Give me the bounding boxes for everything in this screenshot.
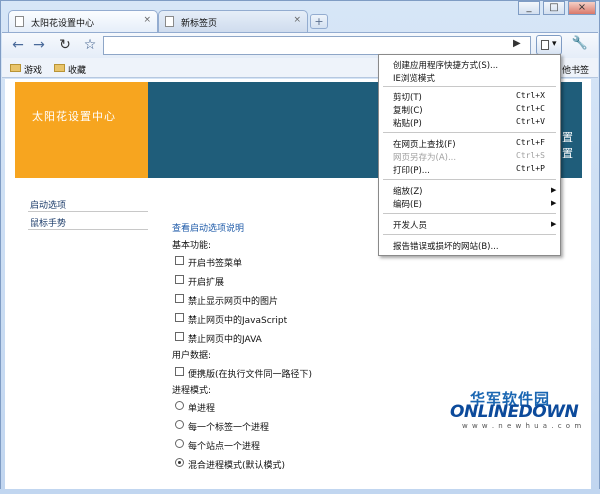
checkbox-disable-images[interactable] [175, 294, 184, 303]
radio-mixed-process[interactable] [175, 458, 184, 467]
other-bookmarks[interactable]: 他书签 [562, 63, 589, 76]
menu-separator [383, 179, 556, 180]
close-icon[interactable]: × [293, 15, 301, 25]
menu-separator [383, 213, 556, 214]
checkbox-portable[interactable] [175, 367, 184, 376]
window-bottom-edge [0, 489, 600, 494]
reload-button[interactable]: ↻ [55, 36, 75, 54]
page-icon [541, 40, 549, 50]
menu-item-cut[interactable]: 剪切(T) [393, 91, 422, 103]
menu-item-ie-mode[interactable]: IE浏览模式 [393, 72, 435, 84]
menu-shortcut: Ctrl+S [516, 151, 545, 160]
watermark-logo: ONLINEDOWN [450, 402, 579, 422]
bookmark-star-icon[interactable]: ☆ [80, 36, 100, 54]
banner-left [15, 82, 148, 178]
tab-title: 新标签页 [181, 19, 218, 29]
menu-item-report-site[interactable]: 报告错误或损坏的网站(B)... [393, 240, 499, 252]
option-label: 禁止网页中的JavaScript [188, 316, 288, 326]
close-icon[interactable]: × [143, 15, 151, 25]
menu-shortcut: Ctrl+X [516, 91, 545, 100]
menu-item-create-shortcut[interactable]: 创建应用程序快捷方式(S)... [393, 59, 498, 71]
maximize-button[interactable]: □ [543, 1, 565, 15]
menu-shortcut: Ctrl+F [516, 138, 545, 147]
checkbox-extensions[interactable] [175, 275, 184, 284]
tab-new-tab[interactable]: 新标签页 × [158, 10, 308, 32]
menu-separator [383, 234, 556, 235]
tab-settings-center[interactable]: 太阳花设置中心 × [8, 10, 158, 32]
menu-item-find[interactable]: 在网页上查找(F) [393, 138, 456, 150]
forward-button[interactable]: → [29, 36, 49, 54]
radio-process-per-site[interactable] [175, 439, 184, 448]
sidebar-item-startup[interactable]: 启动选项 [30, 198, 66, 211]
watermark-url: w w w . n e w h u a . c o m [462, 422, 583, 430]
menu-shortcut: Ctrl+C [516, 104, 545, 113]
menu-item-print[interactable]: 打印(P)... [393, 164, 430, 176]
wrench-icon[interactable]: 🔧 [567, 36, 593, 54]
checkbox-disable-java[interactable] [175, 332, 184, 341]
page-icon [165, 16, 174, 27]
page-title: 太阳花设置中心 [32, 110, 116, 123]
checkbox-bookmark-menu[interactable] [175, 256, 184, 265]
menu-separator [383, 86, 556, 87]
option-label: 每一个标签一个进程 [188, 423, 270, 433]
option-label: 单进程 [188, 404, 216, 414]
option-label: 开启书签菜单 [188, 259, 243, 269]
divider [28, 229, 148, 230]
bookmark-games[interactable]: 游戏 [24, 63, 42, 76]
menu-item-copy[interactable]: 复制(C) [393, 104, 423, 116]
bookmark-favorites[interactable]: 收藏 [68, 63, 86, 76]
go-button[interactable]: ▶ [513, 38, 521, 49]
option-label: 开启扩展 [188, 278, 225, 288]
new-tab-button[interactable]: + [310, 14, 328, 29]
chevron-down-icon: ▾ [552, 39, 557, 49]
folder-icon [10, 64, 21, 72]
folder-icon [54, 64, 65, 72]
divider [28, 211, 148, 212]
back-button[interactable]: ← [8, 36, 28, 54]
submenu-arrow-icon: ▶ [551, 220, 557, 228]
menu-shortcut: Ctrl+P [516, 164, 545, 173]
banner-right-text: 置 置 [562, 131, 573, 160]
address-bar[interactable] [103, 36, 531, 55]
section-process-mode: 进程模式: [172, 386, 212, 396]
menu-separator [383, 132, 556, 133]
submenu-arrow-icon: ▶ [551, 186, 557, 194]
menu-item-encoding[interactable]: 编码(E) [393, 198, 422, 210]
submenu-arrow-icon: ▶ [551, 199, 557, 207]
option-label: 禁止网页中的JAVA [188, 335, 262, 345]
minimize-button[interactable]: _ [518, 1, 540, 15]
page-menu-button[interactable]: ▾ [536, 35, 562, 55]
menu-item-paste[interactable]: 粘贴(P) [393, 117, 422, 129]
close-window-button[interactable]: × [568, 1, 596, 15]
option-label: 便携版(在执行文件同一路径下) [188, 370, 313, 380]
option-label: 每个站点一个进程 [188, 442, 261, 452]
option-label: 禁止显示网页中的图片 [188, 297, 279, 307]
radio-single-process[interactable] [175, 401, 184, 410]
option-label: 混合进程模式(默认模式) [188, 461, 286, 471]
menu-item-developer[interactable]: 开发人员 [393, 219, 427, 231]
sidebar-item-mouse-gestures[interactable]: 鼠标手势 [30, 216, 66, 229]
menu-item-save-as: 网页另存为(A)... [393, 153, 457, 163]
wrench-dropdown-menu: 创建应用程序快捷方式(S)... IE浏览模式 剪切(T) Ctrl+X 复制(… [378, 54, 561, 256]
section-user-data: 用户数据: [172, 351, 212, 361]
radio-process-per-tab[interactable] [175, 420, 184, 429]
startup-help-link[interactable]: 查看启动选项说明 [172, 221, 244, 234]
section-basic: 基本功能: [172, 241, 212, 251]
page-icon [15, 16, 24, 27]
menu-item-zoom[interactable]: 缩放(Z) [393, 185, 422, 197]
menu-shortcut: Ctrl+V [516, 117, 545, 126]
tab-title: 太阳花设置中心 [31, 19, 95, 29]
checkbox-disable-javascript[interactable] [175, 313, 184, 322]
